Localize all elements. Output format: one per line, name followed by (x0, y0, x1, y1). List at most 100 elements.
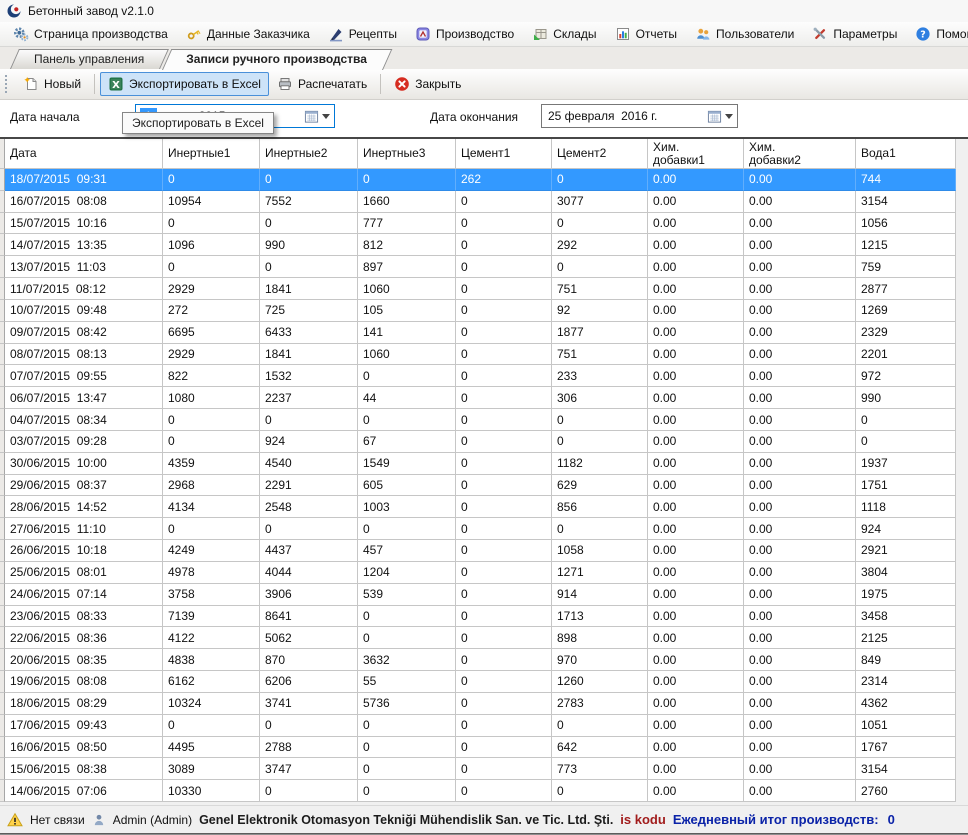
menu-item-production-page[interactable]: Страница производства (4, 24, 177, 44)
table-cell[interactable]: 4249 (163, 540, 260, 562)
table-cell[interactable]: 0.00 (648, 627, 744, 649)
table-cell[interactable]: 0.00 (744, 737, 856, 759)
table-cell[interactable]: 0 (260, 780, 358, 802)
table-cell[interactable]: 0.00 (744, 278, 856, 300)
close-button[interactable]: Закрыть (386, 72, 469, 96)
table-cell[interactable]: 0.00 (744, 758, 856, 780)
table-cell[interactable]: 04/07/2015 08:34 (5, 409, 163, 431)
table-cell[interactable]: 0 (456, 409, 552, 431)
table-cell[interactable]: 4495 (163, 737, 260, 759)
table-cell[interactable]: 0.00 (648, 584, 744, 606)
table-cell[interactable]: 0.00 (744, 649, 856, 671)
table-cell[interactable]: 26/06/2015 10:18 (5, 540, 163, 562)
table-cell[interactable]: 08/07/2015 08:13 (5, 344, 163, 366)
table-cell[interactable]: 0.00 (648, 387, 744, 409)
table-cell[interactable]: 67 (358, 431, 456, 453)
table-cell[interactable]: 8641 (260, 606, 358, 628)
table-cell[interactable]: 0.00 (744, 169, 856, 191)
table-cell[interactable]: 1051 (856, 715, 956, 737)
table-cell[interactable]: 849 (856, 649, 956, 671)
table-cell[interactable]: 1713 (552, 606, 648, 628)
column-header[interactable]: Вода1 (856, 139, 956, 169)
table-cell[interactable]: 0 (358, 518, 456, 540)
table-cell[interactable]: 0 (552, 169, 648, 191)
table-cell[interactable]: 0 (456, 715, 552, 737)
table-cell[interactable]: 1056 (856, 213, 956, 235)
table-cell[interactable]: 0.00 (648, 518, 744, 540)
table-cell[interactable]: 0 (358, 365, 456, 387)
table-cell[interactable]: 06/07/2015 13:47 (5, 387, 163, 409)
table-cell[interactable]: 5736 (358, 693, 456, 715)
table-cell[interactable]: 0 (456, 431, 552, 453)
table-cell[interactable]: 457 (358, 540, 456, 562)
table-cell[interactable]: 0 (552, 518, 648, 540)
table-cell[interactable]: 3154 (856, 191, 956, 213)
table-cell[interactable]: 744 (856, 169, 956, 191)
table-cell[interactable]: 1118 (856, 496, 956, 518)
table-cell[interactable]: 924 (856, 518, 956, 540)
table-cell[interactable]: 11/07/2015 08:12 (5, 278, 163, 300)
column-header[interactable]: Инертные3 (358, 139, 456, 169)
table-cell[interactable]: 0 (358, 627, 456, 649)
table-cell[interactable]: 23/06/2015 08:33 (5, 606, 163, 628)
tab-manual-production-records[interactable]: Записи ручного производства (162, 49, 383, 69)
table-cell[interactable]: 0 (456, 737, 552, 759)
table-cell[interactable]: 605 (358, 475, 456, 497)
table-cell[interactable]: 0 (260, 169, 358, 191)
table-cell[interactable]: 306 (552, 387, 648, 409)
table-cell[interactable]: 24/06/2015 07:14 (5, 584, 163, 606)
end-date-picker[interactable]: 25 февраля 2016 г. (541, 104, 738, 128)
print-button[interactable]: Распечатать (269, 72, 375, 96)
table-cell[interactable]: 0 (260, 256, 358, 278)
table-cell[interactable]: 14/07/2015 13:35 (5, 234, 163, 256)
table-cell[interactable]: 17/06/2015 09:43 (5, 715, 163, 737)
table-cell[interactable]: 0 (163, 169, 260, 191)
table-cell[interactable]: 642 (552, 737, 648, 759)
table-cell[interactable]: 0.00 (648, 191, 744, 213)
table-cell[interactable]: 0.00 (744, 715, 856, 737)
table-cell[interactable]: 4540 (260, 453, 358, 475)
table-cell[interactable]: 27/06/2015 11:10 (5, 518, 163, 540)
table-cell[interactable]: 0 (456, 758, 552, 780)
menu-item-recipes[interactable]: Рецепты (319, 24, 406, 44)
table-cell[interactable]: 1660 (358, 191, 456, 213)
table-cell[interactable]: 0.00 (744, 300, 856, 322)
table-cell[interactable]: 870 (260, 649, 358, 671)
table-cell[interactable]: 812 (358, 234, 456, 256)
table-cell[interactable]: 272 (163, 300, 260, 322)
table-cell[interactable]: 0.00 (648, 234, 744, 256)
table-cell[interactable]: 3758 (163, 584, 260, 606)
table-cell[interactable]: 0 (260, 715, 358, 737)
table-cell[interactable]: 6433 (260, 322, 358, 344)
table-cell[interactable]: 0.00 (648, 737, 744, 759)
table-cell[interactable]: 03/07/2015 09:28 (5, 431, 163, 453)
table-cell[interactable]: 2314 (856, 671, 956, 693)
chevron-down-icon[interactable] (725, 114, 733, 123)
table-cell[interactable]: 0.00 (744, 780, 856, 802)
table-cell[interactable]: 13/07/2015 11:03 (5, 256, 163, 278)
table-cell[interactable]: 0 (456, 191, 552, 213)
table-cell[interactable]: 0 (163, 409, 260, 431)
table-cell[interactable]: 1260 (552, 671, 648, 693)
table-cell[interactable]: 3089 (163, 758, 260, 780)
table-cell[interactable]: 0.00 (648, 453, 744, 475)
table-cell[interactable]: 0 (456, 344, 552, 366)
table-cell[interactable]: 0.00 (744, 344, 856, 366)
column-header[interactable]: Цемент2 (552, 139, 648, 169)
table-cell[interactable]: 7552 (260, 191, 358, 213)
table-cell[interactable]: 0.00 (744, 191, 856, 213)
menu-item-customer-data[interactable]: Данные Заказчика (177, 24, 319, 44)
table-cell[interactable]: 3804 (856, 562, 956, 584)
column-header[interactable]: Хим. добавки1 (648, 139, 744, 169)
table-cell[interactable]: 1975 (856, 584, 956, 606)
table-cell[interactable]: 0.00 (648, 256, 744, 278)
table-cell[interactable]: 0.00 (744, 540, 856, 562)
table-cell[interactable]: 0 (456, 518, 552, 540)
table-cell[interactable]: 0.00 (648, 409, 744, 431)
table-cell[interactable]: 2788 (260, 737, 358, 759)
table-cell[interactable]: 2760 (856, 780, 956, 802)
table-cell[interactable]: 0.00 (648, 649, 744, 671)
table-cell[interactable]: 1767 (856, 737, 956, 759)
table-cell[interactable]: 0 (552, 431, 648, 453)
table-cell[interactable]: 0.00 (744, 562, 856, 584)
